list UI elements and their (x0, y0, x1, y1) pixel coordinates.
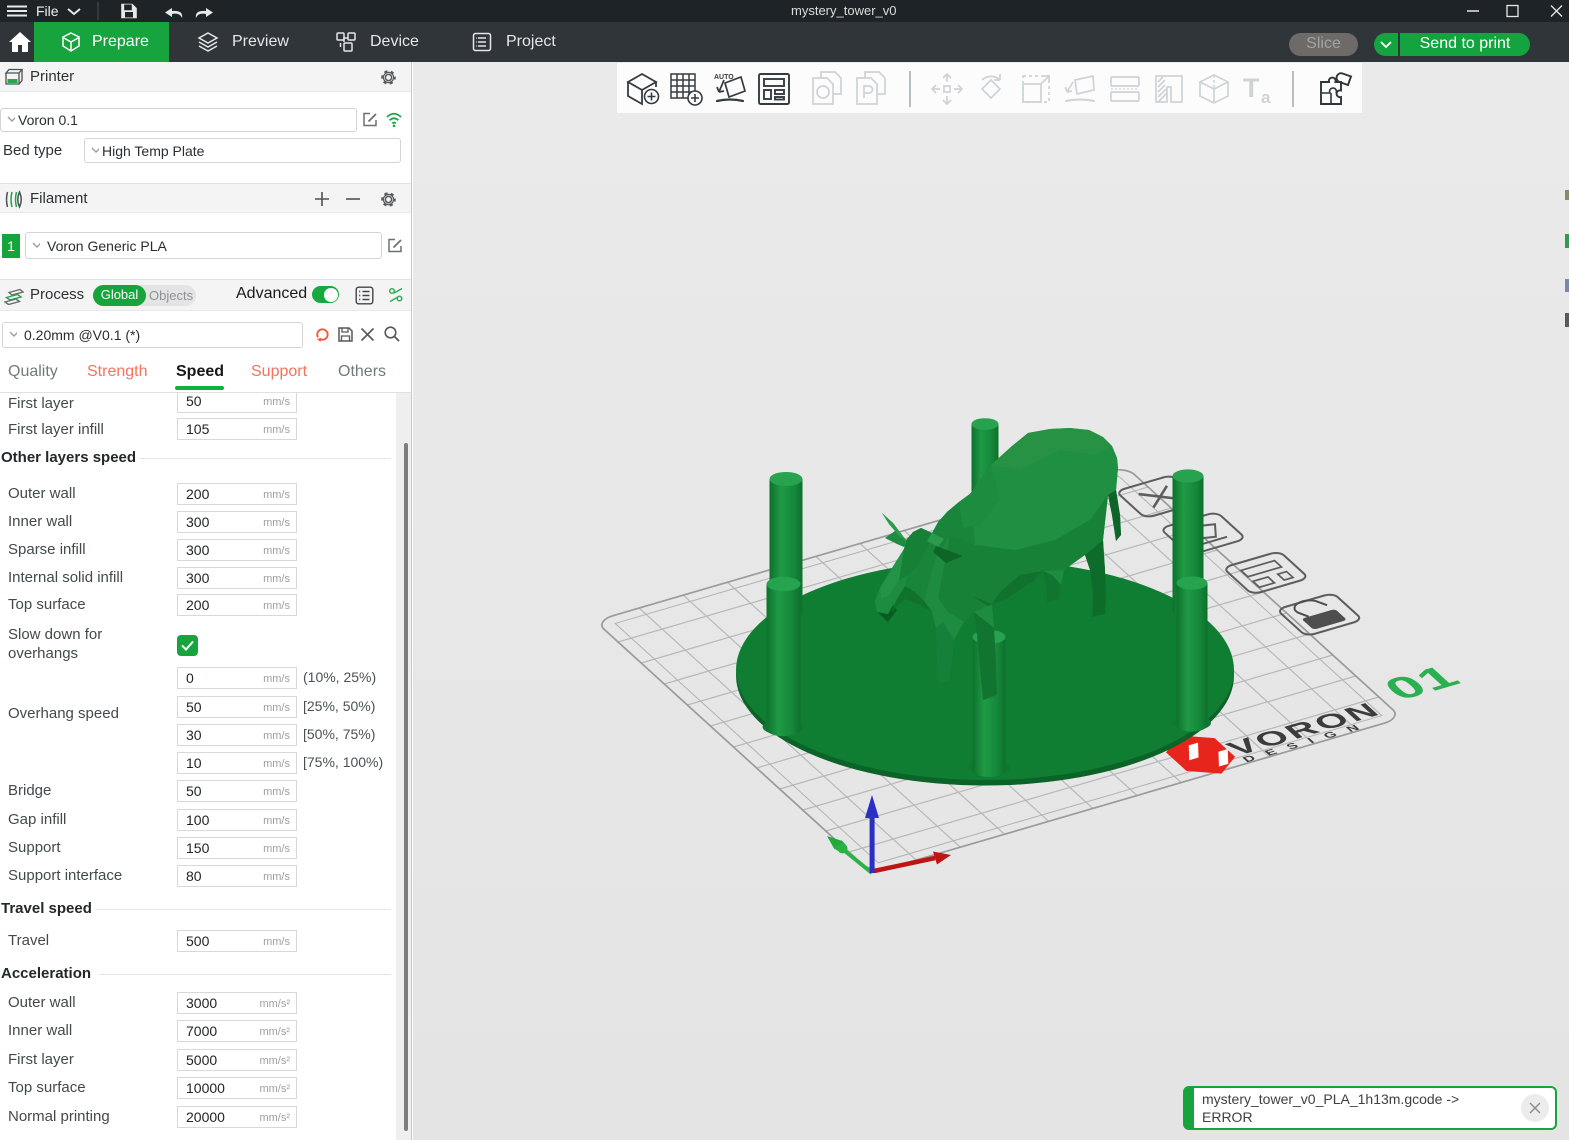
svg-text:File: File (36, 3, 59, 19)
svg-text:01: 01 (1375, 659, 1470, 706)
